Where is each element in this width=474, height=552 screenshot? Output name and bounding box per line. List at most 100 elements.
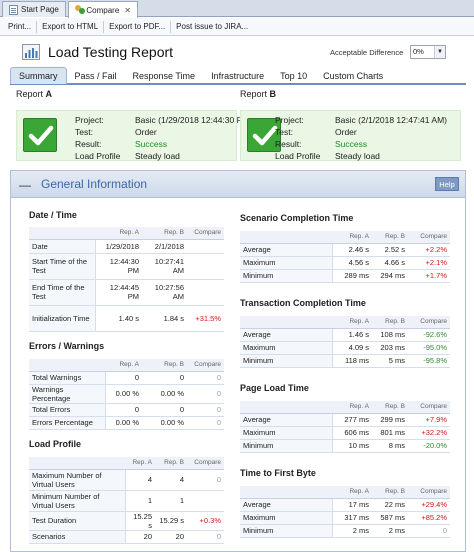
table-row: Average 1.46 s 108 ms -92.6% [240, 328, 450, 342]
export-pdf-button[interactable]: Export to PDF... [104, 20, 172, 33]
table-cell: Minimum [240, 354, 333, 368]
table-cell [187, 279, 224, 306]
column-header: Rep. B [372, 401, 408, 414]
table-cell: Test Duration [29, 511, 126, 531]
table-cell: Minimum Number of Virtual Users [29, 490, 126, 512]
tab-response-time[interactable]: Response Time [125, 67, 204, 84]
date-time-title: Date / Time [29, 210, 77, 220]
report-a-label: Report A [16, 89, 53, 99]
table-cell: 0.00 % [142, 384, 187, 404]
compare-icon [75, 5, 85, 15]
help-button[interactable]: Help [435, 177, 459, 191]
table-cell: 108 ms [372, 328, 408, 342]
col-rep-b: Rep. B [142, 227, 187, 240]
column-header: Compare [408, 316, 450, 329]
table-cell: Initialization Time [29, 305, 96, 332]
tab-start-page[interactable]: Start Page [2, 1, 66, 17]
table-cell: Maximum [240, 256, 333, 270]
tab-custom-charts[interactable]: Custom Charts [315, 67, 391, 84]
table-cell: 2.52 s [372, 243, 408, 257]
collapse-icon[interactable]: — [19, 178, 31, 192]
tab-infrastructure[interactable]: Infrastructure [203, 67, 272, 84]
table-row: Maximum 606 ms 801 ms +32.2% [240, 426, 450, 440]
page-load-title: Page Load Time [240, 383, 309, 393]
table-cell: Total Warnings [29, 371, 106, 385]
close-icon[interactable]: ✕ [124, 6, 131, 15]
load-profile-title: Load Profile [29, 439, 82, 449]
table-cell: +32.2% [408, 426, 450, 440]
table-cell: 12:44:30 PM [95, 253, 142, 280]
errors-warnings-title: Errors / Warnings [29, 341, 105, 351]
table-row: Average 2.46 s 2.52 s +2.2% [240, 243, 450, 257]
tab-top-10[interactable]: Top 10 [272, 67, 315, 84]
table-cell: +2.2% [408, 243, 450, 257]
col-compare: Compare [187, 227, 224, 240]
table-row: Total Warnings 0 0 0 [29, 371, 224, 385]
tab-compare-label: Compare [86, 5, 120, 15]
table-cell: Warnings Percentage [29, 384, 106, 404]
table-cell: 317 ms [332, 511, 372, 525]
table-cell: Minimum [240, 439, 333, 453]
table-row: Minimum 2 ms 2 ms 0 [240, 524, 450, 538]
print-button[interactable]: Print... [3, 20, 38, 33]
table-cell: Total Errors [29, 403, 106, 417]
table-cell: 277 ms [332, 413, 372, 427]
table-cell: 1 [155, 490, 187, 512]
report-b-label: Report B [240, 89, 277, 99]
table-cell: 0 [187, 371, 224, 385]
transaction-completion-title: Transaction Completion Time [240, 298, 366, 308]
table-row: Scenarios 20 20 0 [29, 530, 224, 544]
table-row: Warnings Percentage 0.00 % 0.00 % 0 [29, 384, 224, 404]
acceptable-difference-select[interactable]: 0% ▼ [410, 45, 446, 59]
table-cell: -95.8% [408, 354, 450, 368]
table-cell: 0 [187, 384, 224, 404]
column-header: Rep. A [332, 231, 372, 244]
table-cell: 1/29/2018 [95, 239, 142, 254]
column-header: Compare [408, 401, 450, 414]
table-cell: End Time of the Test [29, 279, 96, 306]
column-header [240, 231, 332, 244]
column-header [29, 359, 105, 372]
table-cell: Average [240, 328, 333, 342]
export-html-button[interactable]: Export to HTML [37, 20, 105, 33]
column-header: Compare [187, 457, 224, 470]
acceptable-difference-label: Acceptable Difference [330, 48, 404, 57]
column-header: Rep. B [155, 457, 187, 470]
table-cell: Date [29, 239, 96, 254]
table-cell: 1 [125, 490, 155, 512]
table-cell [187, 253, 224, 280]
errors-warnings-table: Rep. A Rep. B Compare Total Warnings 0 0 0 Wa… [29, 359, 224, 430]
table-cell: 1.40 s [95, 305, 142, 332]
table-cell: 0 [187, 416, 224, 430]
table-cell: Scenarios [29, 530, 126, 544]
table-cell [187, 239, 224, 254]
table-cell: +31.5% [187, 305, 224, 332]
report-icon [22, 44, 40, 60]
table-cell: Average [240, 413, 333, 427]
report-b-summary: Project: Basic (2/1/2018 12:47:41 AM) Te… [240, 110, 461, 161]
table-cell: 0.00 % [142, 416, 187, 430]
table-cell: 2 ms [372, 524, 408, 538]
table-cell: 0 [408, 524, 450, 538]
table-row: Minimum 10 ms 8 ms -20.0% [240, 439, 450, 453]
tab-compare[interactable]: Compare ✕ [68, 1, 138, 18]
table-cell: 4 [125, 469, 155, 491]
table-cell: 2.46 s [332, 243, 372, 257]
column-header [240, 401, 332, 414]
time-to-first-byte-title: Time to First Byte [240, 468, 316, 478]
post-jira-button[interactable]: Post issue to JIRA... [171, 21, 253, 33]
table-cell: 289 ms [332, 269, 372, 283]
table-row: Maximum 4.56 s 4.66 s +2.1% [240, 256, 450, 270]
success-check-icon [23, 118, 57, 152]
table-cell: 118 ms [332, 354, 372, 368]
table-cell: Average [240, 243, 333, 257]
column-header: Rep. A [332, 486, 372, 499]
tab-summary[interactable]: Summary [10, 67, 67, 84]
table-cell: 8 ms [372, 439, 408, 453]
column-header: Compare [408, 486, 450, 499]
table-cell: +1.7% [408, 269, 450, 283]
table-cell [187, 490, 224, 512]
table-cell: +0.3% [187, 511, 224, 531]
table-cell: Maximum [240, 341, 333, 355]
tab-pass-fail[interactable]: Pass / Fail [67, 67, 125, 84]
